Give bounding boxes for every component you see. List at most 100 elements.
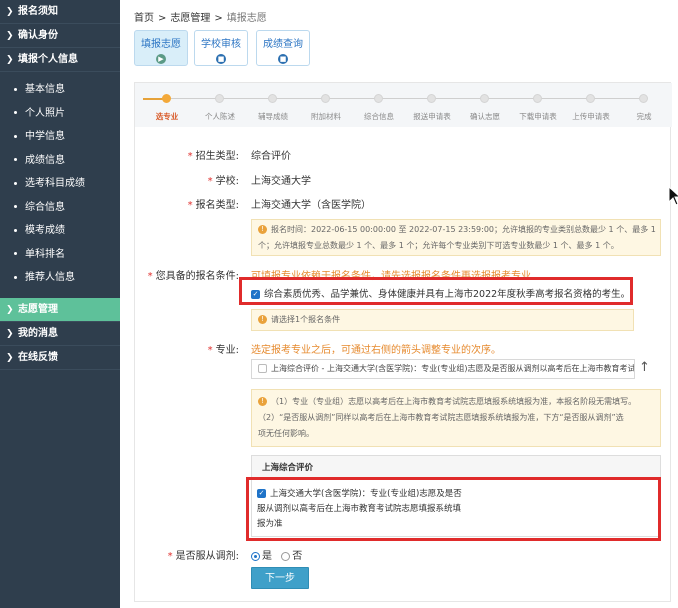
bullet-icon [14,158,17,161]
sidebar-item-subject-rank[interactable]: 单科排名 [0,243,120,267]
sidebar-section-label: 填报个人信息 [18,54,78,65]
major-label: * 专业: [135,341,239,356]
bullet-icon [14,205,17,208]
tab-label: 学校审核 [201,39,241,50]
step-personal-statement: 个人陈述 [190,83,250,127]
condition-label: * 您具备的报名条件: [135,267,239,282]
sidebar-item-mock-grades[interactable]: 模考成绩 [0,219,120,243]
chevron-right-icon: ❯ [6,304,14,315]
breadcrumb-level1[interactable]: 志愿管理 [170,13,210,24]
sidebar-item-photo[interactable]: 个人照片 [0,102,120,126]
step-dot [480,94,489,103]
sidebar-item-elective-grades[interactable]: 选考科目成绩 [0,172,120,196]
breadcrumb: 首页 > 志愿管理 > 填报志愿 [134,9,267,24]
tab-grade-query[interactable]: 成绩查询 ■ [256,30,310,66]
sidebar-item-label: 模考成绩 [25,225,65,236]
sidebar-item-label: 中学信息 [25,131,65,142]
next-step-button[interactable]: 下一步 [251,567,309,589]
note-text: 个；允许填报专业总数最少 1 个、最多 1 个；允许每个专业类别下可选专业数最少… [258,241,619,250]
adjust-no-radio[interactable]: 否 [281,551,302,562]
step-attachments: 附加材料 [296,83,356,127]
step-dot [533,94,542,103]
bullet-icon [14,252,17,255]
sidebar-item-label: 选考科目成绩 [25,178,85,189]
sidebar-section-application-management[interactable]: ❯ 志愿管理 [0,297,120,322]
sidebar-section-messages[interactable]: ❯ 我的消息 [0,322,120,346]
step-dot [427,94,436,103]
major-group-option[interactable]: ✓ 上海交通大学(含医学院)：专业(专业组)志愿及是否 服从调剂以高考后在上海市教… [257,487,462,532]
label-text: 专业: [215,345,239,356]
step-label: 上传申请表 [572,112,610,121]
step-submit-form: 报送申请表 [402,83,462,127]
checkbox-checked-icon[interactable]: ✓ [251,290,260,299]
school-label: * 学校: [135,172,239,187]
required-mark: * [207,176,213,187]
step-dot [639,94,648,103]
step-label: 确认志愿 [470,112,500,121]
major-select[interactable]: 上海综合评价 - 上海交通大学(含医学院)：专业(专业组)志愿及是否服从调剂以高… [251,359,635,379]
enroll-type-label: * 招生类型: [135,147,239,162]
sidebar-item-referrer[interactable]: 推荐人信息 [0,266,120,290]
group-option-text: 上海交通大学(含医学院)：专业(专业组)志愿及是否 [270,489,462,499]
bullet-icon [14,87,17,91]
sidebar-item-basic-info[interactable]: 基本信息 [0,78,120,102]
checkbox-icon[interactable] [258,364,267,373]
play-icon: ▶ [156,54,166,64]
step-confirm: 确认志愿 [455,83,515,127]
bullet-icon [14,228,17,232]
tab-school-review[interactable]: 学校审核 ■ [194,30,248,66]
step-comprehensive-info: 综合信息 [349,83,409,127]
application-time-note: ! 报名时间：2022-06-15 00:00:00 至 2022-07-15 2… [251,219,661,256]
radio-selected-icon[interactable] [251,551,260,561]
sidebar-item-grades[interactable]: 成绩信息 [0,149,120,173]
tab-label: 填报志愿 [141,39,181,50]
required-mark: * [187,151,193,162]
label-text: 您具备的报名条件: [155,271,239,282]
condition-option[interactable]: ✓ 综合素质优秀、品学兼优、身体健康并具有上海市2022年度秋季高考报名资格的考生… [251,286,630,300]
note-text: （2）“是否服从调剂”同样以高考后在上海市教育考试院志愿填报系统填报为准，下方“… [258,413,624,422]
info-icon: ! [258,225,267,234]
progress-stepper: 选专业 个人陈述 辅导成绩 附加材料 综合信息 报送申请表 确认志愿 下载申请表… [135,83,672,127]
sidebar-item-label: 个人照片 [25,107,65,119]
bullet-icon [14,275,17,279]
sidebar-item-comprehensive-info[interactable]: 综合信息 [0,196,120,220]
sidebar-item-school-info[interactable]: 中学信息 [0,125,120,149]
sidebar-item-label: 单科排名 [25,248,65,260]
sidebar-section-notice[interactable]: ❯ 报名须知 [0,0,120,24]
sidebar-section-personal-info[interactable]: ❯ 填报个人信息 [0,48,120,72]
step-label: 辅导成绩 [258,112,288,121]
sidebar-item-label: 成绩信息 [25,154,65,166]
adjust-radio-group: 是 否 [251,547,302,562]
radio-label: 否 [292,551,303,562]
condition-option-text: 综合素质优秀、品学兼优、身体健康并具有上海市2022年度秋季高考报名资格的考生。 [264,289,631,300]
sidebar-section-confirm-identity[interactable]: ❯ 确认身份 [0,24,120,48]
mouse-cursor-icon [668,186,678,206]
info-icon: ! [258,315,267,324]
bullet-icon [14,111,17,114]
sidebar-section-label: 确认身份 [18,30,58,41]
tab-label: 成绩查询 [263,39,303,50]
school-value: 上海交通大学 [251,176,311,187]
major-note: ! （1）专业（专业组）志愿以高考后在上海市教育考试院志愿填报系统填报为准，本报名… [251,389,661,447]
step-dot [215,94,224,103]
required-mark: * [167,551,173,562]
adjust-label: * 是否服从调剂: [135,547,239,562]
radio-icon[interactable] [281,551,291,561]
sidebar-section-feedback[interactable]: ❯ 在线反馈 [0,346,120,370]
radio-label: 是 [262,551,272,562]
enroll-type-value: 综合评价 [251,151,291,162]
label-text: 招生类型: [195,151,239,162]
checkbox-checked-icon[interactable]: ✓ [257,489,266,498]
label-text: 报名类型: [195,200,239,211]
step-select-major: 选专业 [137,83,197,127]
step-label: 附加材料 [311,112,341,121]
breadcrumb-current: 填报志愿 [226,13,267,24]
apply-type-label: * 报名类型: [135,196,239,211]
condition-note: ! 请选择1个报名条件 [251,309,634,331]
adjust-yes-radio[interactable]: 是 [251,551,272,562]
sidebar-section-label: 志愿管理 [18,303,58,315]
move-up-arrow-icon[interactable]: ↑ [639,360,650,375]
tab-fill-application[interactable]: 填报志愿 ▶ [134,30,188,66]
breadcrumb-home[interactable]: 首页 [134,13,154,24]
step-dot [321,94,330,103]
